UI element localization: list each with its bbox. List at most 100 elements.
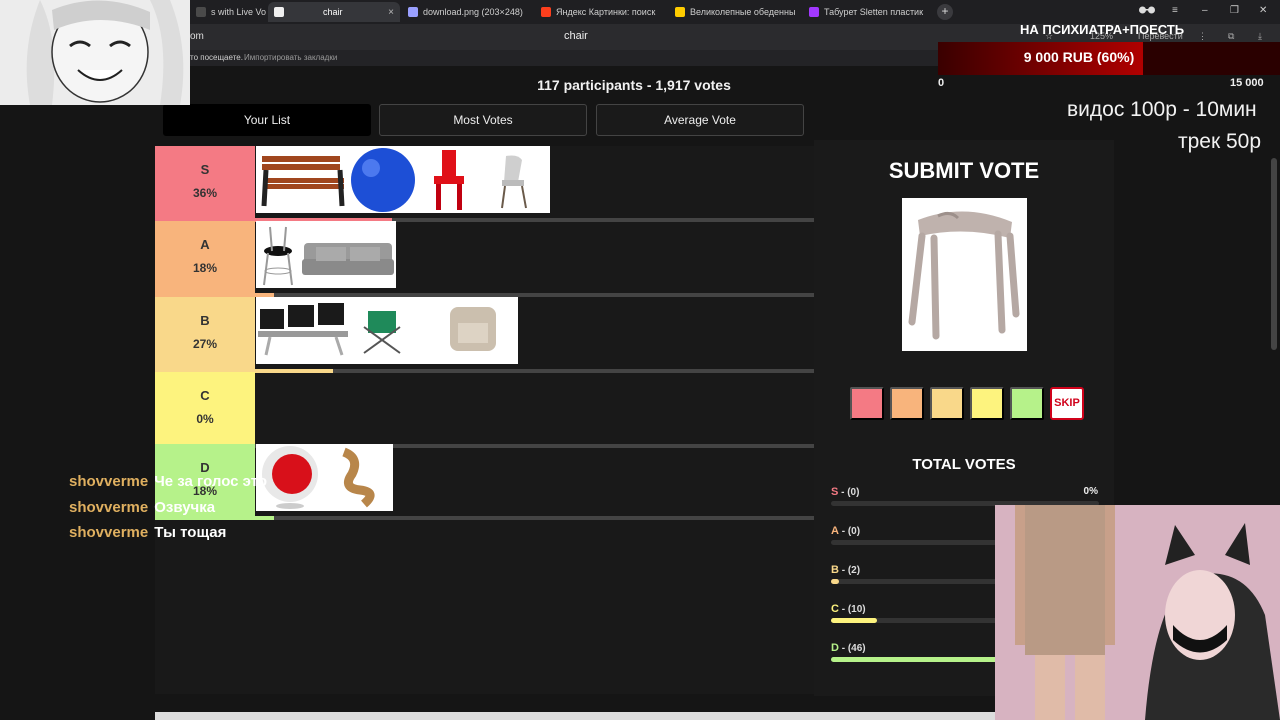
- wooden-bench-image[interactable]: [261, 156, 345, 207]
- page-scrollbar[interactable]: [1271, 158, 1277, 350]
- tier-row-b: B 27%: [155, 297, 814, 373]
- tier-letter: C: [200, 388, 210, 403]
- tab-favicon: [274, 7, 284, 17]
- tab-most-votes[interactable]: Most Votes: [379, 104, 587, 136]
- chat-message: shovverme Озвучка: [69, 499, 215, 516]
- gray-dining-chair-image[interactable]: [501, 155, 527, 209]
- vote-button-d[interactable]: [1010, 387, 1044, 420]
- tier-percent: 18%: [192, 261, 218, 275]
- tv-count: - (0): [838, 487, 860, 498]
- chat-message: shovverme Ты тощая: [69, 524, 226, 541]
- donation-max: 15 000: [1230, 77, 1264, 89]
- more-icon[interactable]: ⋮: [1198, 31, 1207, 42]
- page-title: chair: [564, 30, 588, 42]
- candidate-image: [902, 198, 1027, 351]
- airport-bench-image[interactable]: [258, 303, 348, 356]
- tier-label-c: C 0%: [155, 372, 255, 444]
- tab-favicon: [541, 7, 551, 17]
- wavy-wooden-chair-image[interactable]: [342, 447, 375, 508]
- screen: { "browser": { "tabs": [ {"label": "s wi…: [0, 0, 1280, 720]
- beige-armchair-image[interactable]: [450, 307, 496, 351]
- tab-chair[interactable]: chair ×: [268, 2, 400, 22]
- new-tab-button[interactable]: +: [937, 4, 953, 20]
- tab-yandex-images[interactable]: Яндекс Картинки: поиск: [535, 2, 663, 22]
- chat-username: shovverme: [69, 524, 149, 541]
- skip-button[interactable]: SKIP: [1050, 387, 1084, 420]
- tab-label: download.png (203×248): [423, 7, 523, 17]
- tv-count: - (2): [838, 565, 861, 576]
- tier-percent: 0%: [196, 412, 214, 426]
- tv-letter: C: [831, 603, 839, 615]
- tier-label-b: B 27%: [155, 297, 255, 369]
- minimize-icon[interactable]: –: [1202, 5, 1208, 16]
- tier-label-s: S 36%: [155, 146, 255, 218]
- tv-letter: B: [831, 564, 839, 576]
- vote-button-c[interactable]: [970, 387, 1004, 420]
- chat-text: Озвучка: [154, 499, 216, 516]
- chat-username: shovverme: [69, 499, 149, 516]
- tab-label: s with Live Voting: [211, 7, 266, 17]
- import-bookmarks-link[interactable]: Импортировать закладки: [244, 53, 337, 62]
- tier-row-c: C 0%: [155, 372, 814, 448]
- tab-favicon: [196, 7, 206, 17]
- tier-percent: 36%: [192, 186, 218, 200]
- url-text: om: [190, 31, 204, 42]
- tier-percent: 27%: [192, 337, 218, 351]
- tier-letter: A: [200, 237, 210, 252]
- tier-list: S 36% A 18% B 27% C 0% D 18%: [155, 146, 814, 694]
- browser-tab-bar: s with Live Voting chair × download.png …: [0, 0, 1280, 24]
- black-bar-stool-image[interactable]: [263, 226, 293, 286]
- streamer-avatar-overlay: [0, 0, 190, 105]
- vote-button-a[interactable]: [890, 387, 924, 420]
- tab-label: Великолепные обеденны: [690, 7, 796, 17]
- tier-row-s: S 36%: [155, 146, 814, 222]
- blue-exercise-ball-image[interactable]: [351, 148, 415, 212]
- menu-icon[interactable]: ≡: [1172, 5, 1178, 16]
- tab-live-voting[interactable]: s with Live Voting: [190, 2, 266, 22]
- tier-label-a: A 18%: [155, 221, 255, 293]
- tv-count: - (46): [838, 643, 866, 654]
- chat-username: shovverme: [69, 473, 149, 490]
- tv-count: - (10): [838, 604, 866, 615]
- tab-favicon: [675, 7, 685, 17]
- tier-letter: B: [200, 313, 210, 328]
- promo-text-video: видос 100р - 10мин: [1067, 98, 1257, 121]
- promo-text-track: трек 50р: [1178, 130, 1262, 153]
- vote-button-s[interactable]: [850, 387, 884, 420]
- camping-chair-image[interactable]: [363, 311, 401, 354]
- download-icon[interactable]: ⤓: [1258, 31, 1262, 42]
- participants-summary: 117 participants - 1,917 votes: [537, 77, 731, 93]
- tab-label: chair: [323, 7, 343, 17]
- chat-text: Че за голос это: [154, 473, 268, 490]
- bookmarks-hint: то посещаете.: [190, 53, 243, 62]
- chat-message: shovverme Че за голос это: [69, 473, 267, 490]
- glasses-icon[interactable]: [1138, 5, 1156, 18]
- tab-your-list[interactable]: Your List: [163, 104, 371, 136]
- tab-favicon: [408, 7, 418, 17]
- window-close-icon[interactable]: ✕: [1259, 5, 1267, 16]
- donation-amount: 9 000 RUB (60%): [1023, 49, 1135, 65]
- tier-items-d: [256, 444, 393, 511]
- restore-icon[interactable]: ❐: [1230, 5, 1239, 16]
- vote-button-b[interactable]: [930, 387, 964, 420]
- tv-count: - (0): [838, 526, 861, 537]
- tab-download-png[interactable]: download.png (203×248): [402, 2, 530, 22]
- donation-min: 0: [938, 77, 945, 89]
- total-votes-title: TOTAL VOTES: [912, 456, 1016, 473]
- tab-favicon: [809, 7, 819, 17]
- gray-sofa-image[interactable]: [302, 243, 394, 275]
- tab-dining-furniture[interactable]: Великолепные обеденны: [669, 2, 797, 22]
- tier-items-s: [256, 146, 550, 213]
- tier-items-a: [256, 221, 396, 288]
- tab-average-vote[interactable]: Average Vote: [596, 104, 804, 136]
- tier-items-b: [256, 297, 518, 364]
- donation-goal-title: НА ПСИХИАТРА+ПОЕСТЬ: [1020, 22, 1185, 37]
- tab-sletten-stool[interactable]: Табурет Sletten пластик: [803, 2, 931, 22]
- tier-progress-d: [155, 516, 814, 520]
- tab-label: Яндекс Картинки: поиск: [556, 7, 656, 17]
- ball-chair-image[interactable]: [262, 446, 318, 509]
- submit-vote-title: SUBMIT VOTE: [888, 158, 1040, 183]
- close-icon[interactable]: ×: [388, 7, 394, 18]
- red-kids-chair-image[interactable]: [434, 150, 464, 210]
- collections-icon[interactable]: ⧉: [1228, 31, 1234, 42]
